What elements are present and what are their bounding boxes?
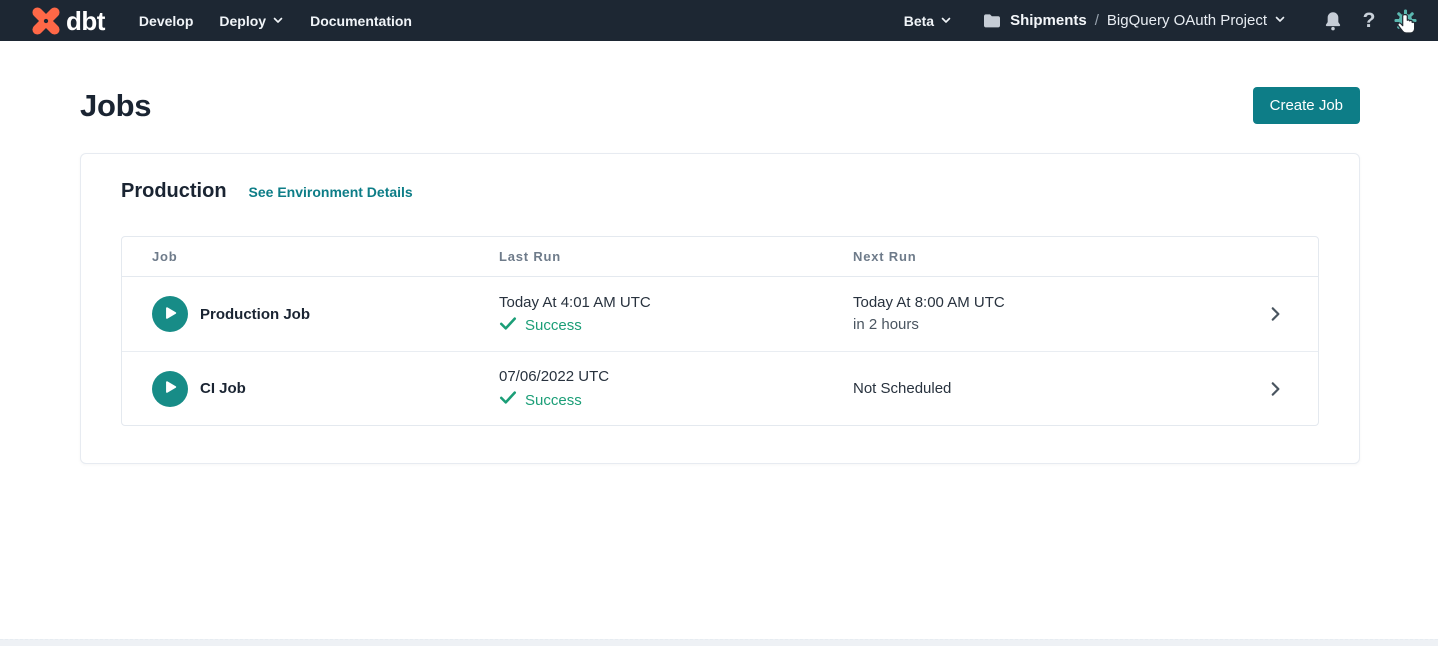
project-dropdown[interactable]: BigQuery OAuth Project <box>1107 12 1286 29</box>
breadcrumb-separator: / <box>1095 12 1099 29</box>
run-job-play-button[interactable] <box>152 371 188 407</box>
breadcrumb: Shipments / BigQuery OAuth Project <box>982 12 1286 29</box>
page-title: Jobs <box>80 88 151 124</box>
nav-item-documentation[interactable]: Documentation <box>310 13 412 29</box>
top-navbar: dbt Develop Deploy Documentation Beta <box>0 0 1438 41</box>
chevron-down-icon <box>1274 12 1286 29</box>
chevron-right-icon[interactable] <box>1260 299 1290 329</box>
settings-gear-icon[interactable] <box>1392 8 1418 34</box>
job-name: CI Job <box>200 380 246 397</box>
nav-item-develop[interactable]: Develop <box>139 13 193 29</box>
jobs-table-header: Job Last Run Next Run <box>122 237 1318 277</box>
success-check-icon <box>499 390 517 410</box>
column-header-last-run: Last Run <box>499 249 853 264</box>
dbt-logo-text: dbt <box>66 8 105 34</box>
column-header-job: Job <box>152 249 499 264</box>
table-row-production-job[interactable]: Production Job Today At 4:01 AM UTC Succ… <box>122 277 1318 351</box>
folder-icon <box>982 13 1002 29</box>
play-icon <box>161 378 179 399</box>
last-run-time: 07/06/2022 UTC <box>499 367 853 387</box>
dbt-logo[interactable]: dbt <box>28 3 105 39</box>
chevron-right-icon[interactable] <box>1260 374 1290 404</box>
see-environment-details-link[interactable]: See Environment Details <box>249 184 413 200</box>
next-run-time: Today At 8:00 AM UTC <box>853 293 1260 313</box>
breadcrumb-account[interactable]: Shipments <box>1010 12 1087 29</box>
success-check-icon <box>499 316 517 336</box>
table-row-ci-job[interactable]: CI Job 07/06/2022 UTC Success Not Schedu… <box>122 351 1318 425</box>
environment-name: Production <box>121 180 227 203</box>
environment-card: Production See Environment Details Job L… <box>80 153 1360 464</box>
next-run-note: in 2 hours <box>853 315 1260 335</box>
create-job-button[interactable]: Create Job <box>1253 87 1360 124</box>
page-bottom-edge <box>0 639 1438 646</box>
play-icon <box>161 304 179 325</box>
last-run-time: Today At 4:01 AM UTC <box>499 293 853 313</box>
jobs-table: Job Last Run Next Run Production Job Tod… <box>121 236 1319 426</box>
chevron-down-icon <box>940 13 952 29</box>
help-icon[interactable]: ? <box>1356 8 1382 34</box>
dbt-logo-icon <box>28 3 64 39</box>
status-badge: Success <box>525 392 582 409</box>
notifications-bell-icon[interactable] <box>1320 8 1346 34</box>
run-job-play-button[interactable] <box>152 296 188 332</box>
next-run-time: Not Scheduled <box>853 379 1260 399</box>
beta-dropdown[interactable]: Beta <box>904 13 952 29</box>
chevron-down-icon <box>272 13 284 29</box>
job-name: Production Job <box>200 306 310 323</box>
nav-item-deploy[interactable]: Deploy <box>219 13 284 29</box>
status-badge: Success <box>525 317 582 334</box>
column-header-next-run: Next Run <box>853 249 1260 264</box>
main-content: Jobs Create Job Production See Environme… <box>0 87 1438 464</box>
